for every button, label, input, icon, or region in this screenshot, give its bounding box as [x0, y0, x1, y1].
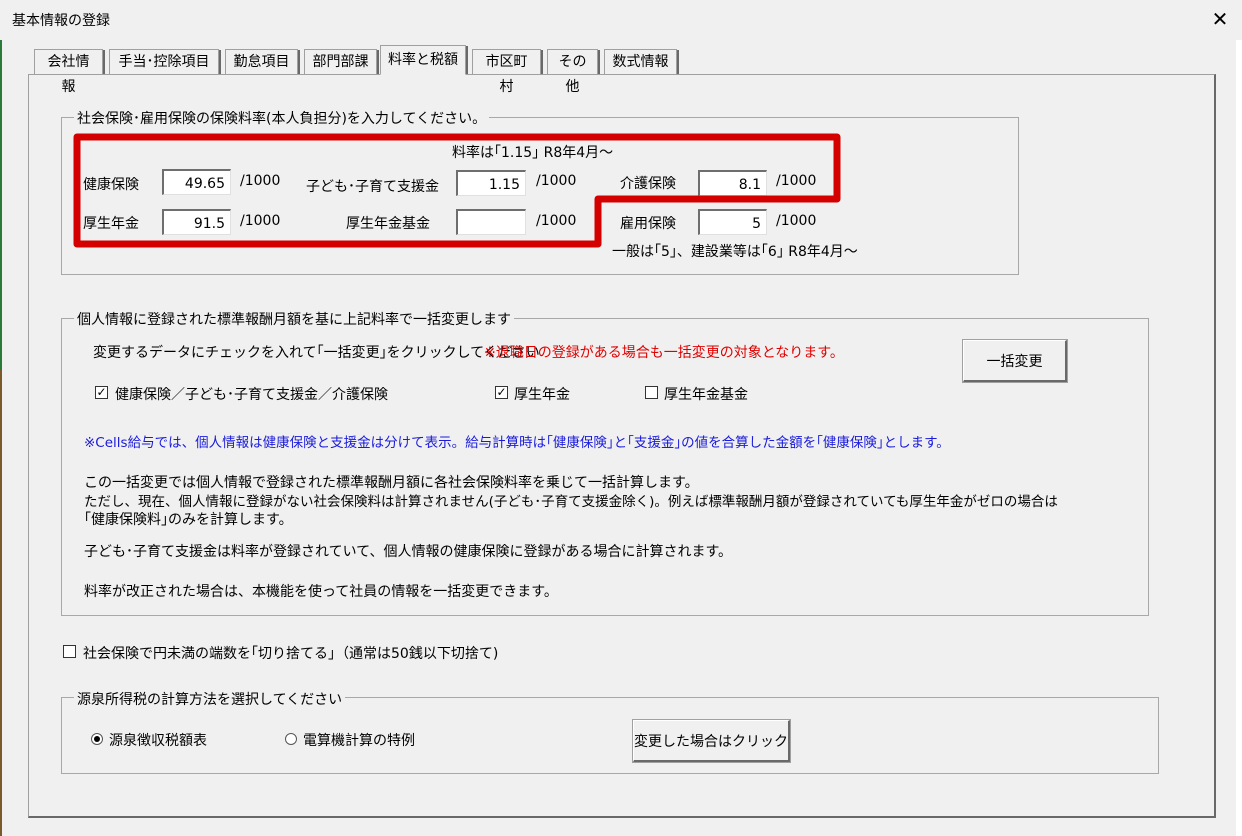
computer-calc-radio[interactable] — [285, 733, 297, 745]
tab-attendance[interactable]: 勤怠項目 — [225, 49, 300, 74]
rounding-label: 社会保険で円未満の端数を｢切り捨てる｣（通常は50銭以下切捨て) — [83, 646, 499, 662]
childcare-explain: 子ども･子育て支援金は料率が登録されていて、個人情報の健康保険に登録がある場合に… — [84, 544, 733, 560]
health-bulk-checkbox[interactable]: ✓ — [95, 386, 108, 399]
bulk-warning: ※退職日の登録がある場合も一括変更の対象となります。 — [484, 345, 844, 361]
employment-rate-note: 一般は｢5｣、建設業等は｢6｣ R8年4月～ — [612, 244, 858, 260]
window-edge-right — [1236, 40, 1242, 836]
explain-line-2: ただし、現在、個人情報に登録がない社会保険料は計算されません(子ども･子育て支援… — [84, 494, 1058, 510]
tax-table-radio[interactable] — [91, 733, 103, 745]
childcare-support-input[interactable] — [456, 170, 526, 196]
pension-bulk-label: 厚生年金 — [514, 387, 570, 403]
explain-line-3: ｢健康保険料｣のみを計算します。 — [84, 512, 293, 528]
childcare-unit: /1000 — [536, 173, 577, 189]
revision-explain: 料率が改正された場合は、本機能を使って社員の情報を一括変更できます。 — [84, 584, 558, 600]
pension-fund-label: 厚生年金基金 — [346, 216, 430, 232]
bulk-legend: 個人情報に登録された標準報酬月額を基に上記料率で一括変更します — [74, 309, 514, 329]
apply-tax-method-button[interactable]: 変更した場合はクリック — [632, 719, 791, 763]
explain-line-1: この一括変更では個人情報で登録された標準報酬月額に各社会保険料率を乗じて一括計算… — [84, 475, 699, 491]
nursing-insurance-label: 介護保険 — [620, 176, 676, 192]
employment-unit: /1000 — [776, 213, 817, 229]
health-insurance-label: 健康保険 — [83, 177, 139, 193]
fund-bulk-checkbox[interactable] — [645, 386, 658, 399]
window-edge-lower — [0, 370, 2, 836]
tab-company[interactable]: 会社情報 — [34, 49, 105, 95]
pension-bulk-checkbox[interactable]: ✓ — [495, 386, 508, 399]
pension-fund-unit: /1000 — [536, 213, 577, 229]
rounding-checkbox[interactable] — [63, 645, 76, 658]
health-bulk-label: 健康保険／子ども･子育て支援金／介護保険 — [115, 387, 388, 403]
tab-rates-tax[interactable]: 料率と税額 — [380, 45, 468, 75]
employment-insurance-label: 雇用保険 — [620, 216, 676, 232]
bulk-change-button[interactable]: 一括変更 — [962, 339, 1068, 383]
pension-fund-input[interactable] — [456, 209, 526, 235]
nursing-insurance-input[interactable] — [698, 170, 767, 196]
tab-municipality[interactable]: 市区町村 — [472, 49, 543, 95]
health-insurance-input[interactable] — [162, 169, 231, 195]
title-bar — [0, 0, 1242, 40]
tab-other[interactable]: その他 — [547, 49, 600, 95]
window-title: 基本情報の登録 — [12, 13, 110, 29]
health-unit: /1000 — [240, 173, 281, 189]
nursing-unit: /1000 — [776, 173, 817, 189]
childcare-support-label: 子ども･子育て支援金 — [306, 179, 439, 195]
insurance-legend: 社会保険･雇用保険の保険料率(本人負担分)を入力してください。 — [74, 108, 490, 128]
pension-input[interactable] — [162, 209, 231, 235]
pension-unit: /1000 — [240, 213, 281, 229]
tab-formula[interactable]: 数式情報 — [604, 49, 679, 74]
bulk-instruction: 変更するデータにチェックを入れて｢一括変更｣をクリックしてください — [93, 345, 540, 361]
rate-note-top: 料率は｢1.15｣ R8年4月～ — [452, 145, 614, 161]
pension-label: 厚生年金 — [83, 216, 139, 232]
employment-insurance-input[interactable] — [698, 209, 767, 235]
tax-legend: 源泉所得税の計算方法を選択してください — [74, 689, 346, 709]
computer-calc-label: 電算機計算の特例 — [303, 733, 415, 749]
insurance-rate-group — [61, 117, 1019, 275]
close-icon[interactable]: ✕ — [1206, 6, 1234, 32]
cells-note: ※Cells給与では、個人情報は健康保険と支援金は分けて表示。給与計算時は｢健康… — [84, 435, 950, 451]
fund-bulk-label: 厚生年金基金 — [664, 387, 748, 403]
tab-allowance[interactable]: 手当･控除項目 — [109, 49, 221, 74]
tax-table-label: 源泉徴収税額表 — [109, 733, 207, 749]
tab-department[interactable]: 部門部課 — [304, 49, 379, 74]
